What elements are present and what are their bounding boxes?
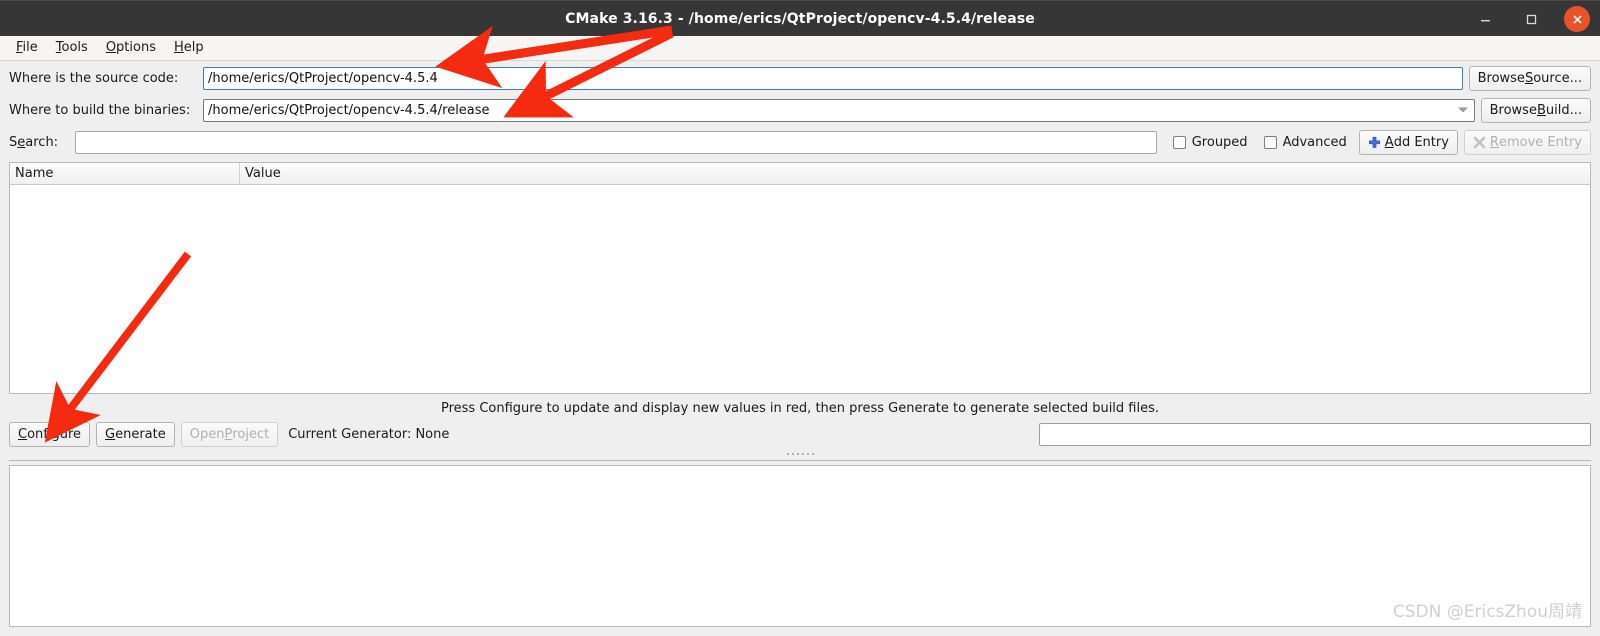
source-code-input[interactable]: /home/erics/QtProject/opencv-4.5.4 bbox=[203, 66, 1463, 90]
search-label: Search: bbox=[9, 135, 75, 150]
watermark-text: CSDN @EricsZhou周靖 bbox=[1392, 602, 1582, 622]
advanced-checkbox-box[interactable] bbox=[1263, 135, 1277, 149]
add-entry-button[interactable]: Add Entry bbox=[1358, 129, 1458, 155]
open-project-button: Open Project bbox=[180, 422, 279, 447]
splitter-handle[interactable] bbox=[9, 448, 1591, 461]
main-content: Where is the source code: /home/erics/Qt… bbox=[0, 63, 1600, 627]
current-generator-label: Current Generator: None bbox=[288, 427, 450, 442]
window-title: CMake 3.16.3 - /home/erics/QtProject/ope… bbox=[565, 10, 1035, 27]
browse-build-mnemonic: B bbox=[1536, 102, 1546, 118]
grouped-checkbox-box[interactable] bbox=[1172, 135, 1186, 149]
browse-source-post: ource... bbox=[1533, 70, 1582, 86]
minimize-icon bbox=[1479, 13, 1492, 26]
binaries-label: Where to build the binaries: bbox=[9, 102, 191, 118]
column-header-name[interactable]: Name bbox=[10, 163, 240, 184]
browse-build-pre: Browse bbox=[1489, 102, 1537, 118]
menu-options-mnemonic: O bbox=[105, 40, 117, 55]
configure-label: onfigure bbox=[27, 427, 82, 442]
configure-mnemonic: C bbox=[18, 427, 28, 442]
menu-help-mnemonic: H bbox=[173, 40, 184, 55]
close-button[interactable] bbox=[1554, 1, 1600, 37]
maximize-icon bbox=[1525, 13, 1538, 26]
plus-icon bbox=[1368, 136, 1381, 149]
browse-source-pre: Browse bbox=[1477, 70, 1525, 86]
add-entry-label: dd Entry bbox=[1393, 134, 1449, 150]
menu-options[interactable]: Options bbox=[97, 38, 165, 58]
grouped-checkbox[interactable]: Grouped bbox=[1172, 134, 1248, 150]
browse-build-button[interactable]: Browse Build... bbox=[1480, 97, 1591, 123]
menu-bar: File Tools Options Help bbox=[0, 36, 1600, 61]
open-project-post: roject bbox=[232, 427, 270, 442]
search-label-post: arch: bbox=[25, 134, 59, 150]
generate-label: enerate bbox=[115, 427, 166, 442]
close-icon bbox=[1564, 6, 1590, 32]
minimize-button[interactable] bbox=[1462, 1, 1508, 37]
search-row: Search: Grouped Advanced Add Entry R emo… bbox=[9, 127, 1591, 157]
grouped-checkbox-label: Grouped bbox=[1191, 134, 1248, 150]
menu-help-label: elp bbox=[183, 40, 204, 55]
window-controls bbox=[1462, 1, 1600, 37]
binaries-row: Where to build the binaries: /home/erics… bbox=[9, 95, 1591, 125]
x-icon bbox=[1473, 136, 1486, 149]
output-log-pane[interactable]: CSDN @EricsZhou周靖 bbox=[9, 465, 1591, 627]
source-code-row: Where is the source code: /home/erics/Qt… bbox=[9, 63, 1591, 93]
configure-button[interactable]: Configure bbox=[9, 422, 91, 447]
column-header-value[interactable]: Value bbox=[240, 163, 1590, 184]
advanced-checkbox[interactable]: Advanced bbox=[1263, 134, 1347, 150]
maximize-button[interactable] bbox=[1508, 1, 1554, 37]
menu-options-label: ptions bbox=[116, 40, 156, 55]
remove-entry-label: emove Entry bbox=[1498, 134, 1582, 150]
search-input[interactable] bbox=[75, 130, 1157, 154]
table-body[interactable] bbox=[10, 185, 1590, 393]
menu-file[interactable]: File bbox=[7, 38, 47, 58]
binaries-value: /home/erics/QtProject/opencv-4.5.4/relea… bbox=[208, 102, 490, 118]
table-header: Name Value bbox=[10, 163, 1590, 185]
browse-source-mnemonic: S bbox=[1524, 70, 1534, 86]
browse-source-button[interactable]: Browse Source... bbox=[1468, 65, 1591, 91]
splitter-dots-icon bbox=[786, 453, 814, 455]
source-code-value: /home/erics/QtProject/opencv-4.5.4 bbox=[208, 70, 438, 86]
open-project-pre: Open bbox=[189, 427, 225, 442]
status-message: Press Configure to update and display ne… bbox=[440, 401, 1160, 416]
binaries-combobox[interactable]: /home/erics/QtProject/opencv-4.5.4/relea… bbox=[203, 98, 1475, 122]
browse-build-post: uild... bbox=[1545, 102, 1582, 118]
source-code-label: Where is the source code: bbox=[9, 70, 179, 86]
advanced-checkbox-label: Advanced bbox=[1282, 134, 1347, 150]
action-button-row: Configure Generate Open Project Current … bbox=[9, 421, 1591, 448]
open-project-mnemonic: P bbox=[224, 427, 233, 442]
chevron-down-icon[interactable] bbox=[1457, 107, 1468, 113]
remove-entry-button: Remove Entry bbox=[1463, 129, 1591, 155]
add-entry-mnemonic: A bbox=[1384, 134, 1394, 150]
remove-entry-mnemonic: R bbox=[1489, 134, 1499, 150]
menu-tools-label: ools bbox=[61, 40, 88, 55]
menu-file-label: ile bbox=[22, 40, 38, 55]
cmake-gui-window: CMake 3.16.3 - /home/erics/QtProject/ope… bbox=[0, 0, 1600, 636]
generate-mnemonic: G bbox=[105, 427, 116, 442]
menu-help[interactable]: Help bbox=[165, 38, 213, 58]
title-bar: CMake 3.16.3 - /home/erics/QtProject/ope… bbox=[0, 0, 1600, 36]
menu-tools[interactable]: Tools bbox=[47, 38, 97, 58]
generate-button[interactable]: Generate bbox=[96, 422, 175, 447]
progress-bar bbox=[1039, 423, 1591, 446]
cache-variables-table[interactable]: Name Value bbox=[9, 162, 1591, 394]
